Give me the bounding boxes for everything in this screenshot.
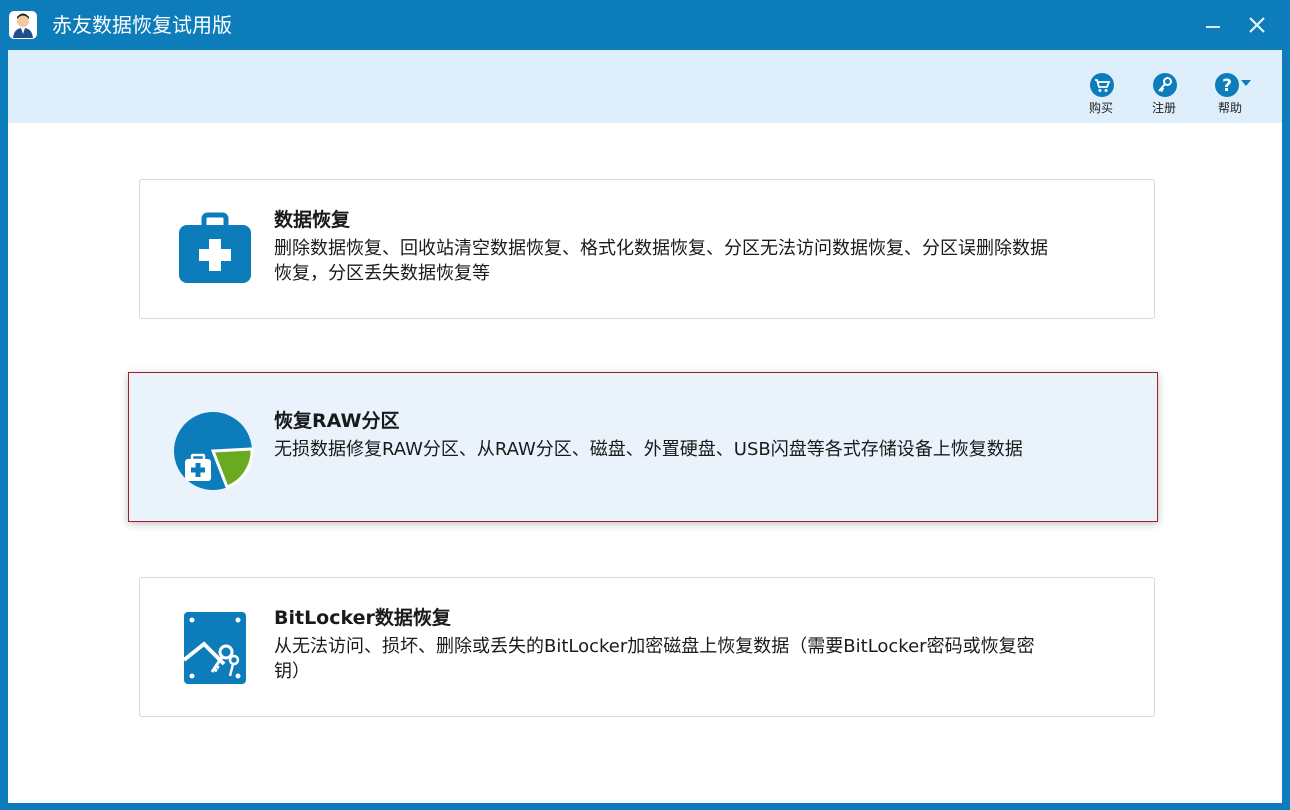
toolbar: 购买 注册 ? 帮助	[8, 50, 1282, 123]
option-title: 数据恢复	[274, 209, 351, 231]
title-bar: 赤友数据恢复试用版	[0, 0, 1290, 50]
option-description: 删除数据恢复、回收站清空数据恢复、格式化数据恢复、分区无法访问数据恢复、分区误删…	[274, 238, 1048, 284]
raw-partition-recovery-option[interactable]: 恢复RAW分区 无损数据修复RAW分区、从RAW分区、磁盘、外置硬盘、USB闪盘…	[128, 372, 1158, 522]
help-button[interactable]: ? 帮助	[1205, 72, 1255, 122]
data-recovery-option[interactable]: 数据恢复 删除数据恢复、回收站清空数据恢复、格式化数据恢复、分区无法访问数据恢复…	[139, 179, 1155, 319]
register-button[interactable]: 注册	[1139, 72, 1189, 122]
close-button[interactable]	[1242, 10, 1272, 40]
help-icon: ?	[1215, 73, 1251, 97]
cart-icon	[1090, 73, 1114, 97]
svg-text:?: ?	[1222, 76, 1232, 96]
main-panel: 购买 注册 ? 帮助 数据恢复 删除数据恢复、回收站清空数据恢复、格式化数据恢复…	[8, 50, 1282, 803]
bitlocker-drive-key-icon	[182, 612, 246, 684]
option-description: 从无法访问、损坏、删除或丢失的BitLocker加密磁盘上恢复数据（需要BitL…	[274, 636, 1035, 682]
help-label: 帮助	[1217, 101, 1242, 115]
buy-button[interactable]: 购买	[1076, 72, 1126, 122]
option-description: 无损数据修复RAW分区、从RAW分区、磁盘、外置硬盘、USB闪盘等各式存储设备上…	[274, 439, 1023, 460]
close-icon	[1249, 17, 1265, 33]
option-title: BitLocker数据恢复	[274, 607, 451, 629]
window-title: 赤友数据恢复试用版	[52, 13, 232, 37]
medical-kit-icon	[179, 212, 251, 283]
bitlocker-recovery-option[interactable]: BitLocker数据恢复 从无法访问、损坏、删除或丢失的BitLocker加密…	[139, 577, 1155, 717]
pie-chart-medkit-icon	[174, 412, 254, 490]
key-icon	[1153, 73, 1177, 97]
register-label: 注册	[1151, 101, 1176, 115]
option-title: 恢复RAW分区	[274, 410, 400, 432]
minimize-button[interactable]	[1198, 10, 1228, 40]
app-logo-icon	[9, 11, 37, 39]
buy-label: 购买	[1088, 101, 1113, 115]
minimize-icon	[1206, 26, 1220, 28]
